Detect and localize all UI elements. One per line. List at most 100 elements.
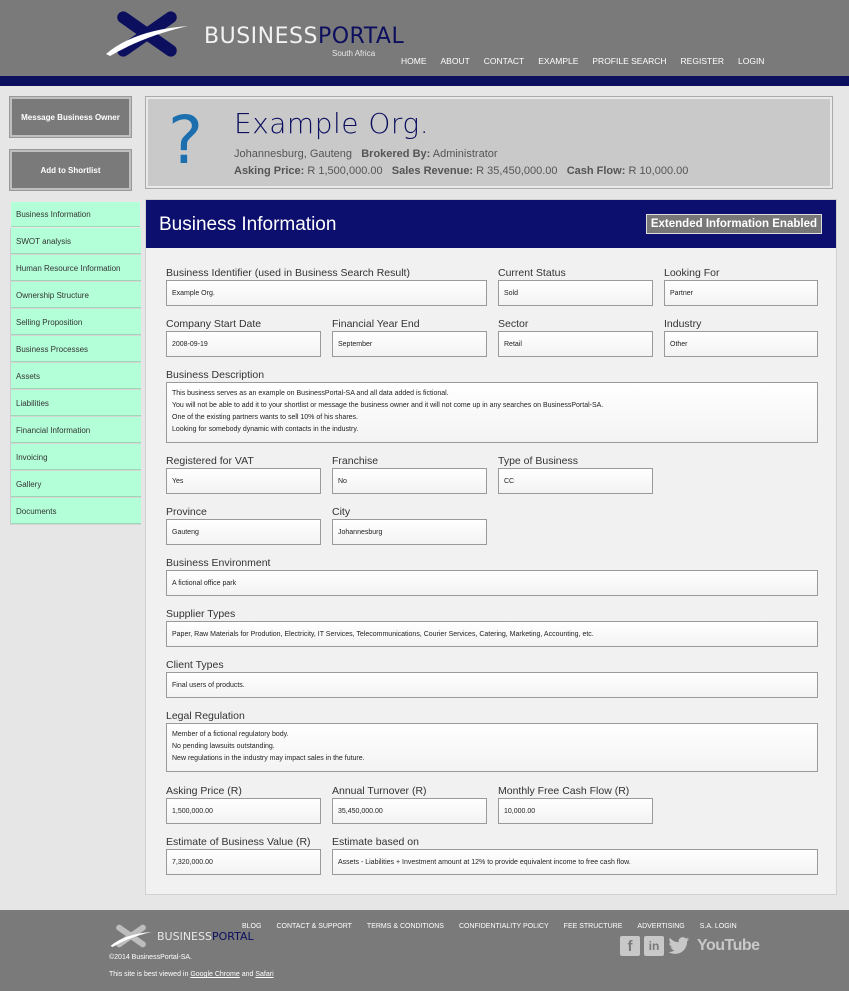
- tab-human-resource-information[interactable]: Human Resource Information: [10, 255, 141, 282]
- status-label: Current Status: [498, 267, 566, 279]
- business-information-panel: Business Information Extended Informatio…: [145, 199, 837, 895]
- vat-label: Registered for VAT: [166, 455, 254, 467]
- main-nav: HOME ABOUT CONTACT EXAMPLE PROFILE SEARC…: [401, 56, 778, 66]
- tab-business-processes[interactable]: Business Processes: [10, 336, 141, 363]
- footer-nav-terms[interactable]: TERMS & CONDITIONS: [367, 923, 444, 930]
- browser-note: This site is best viewed in Google Chrom…: [109, 971, 274, 978]
- supplier-types-field[interactable]: Paper, Raw Materials for Prodution, Elec…: [166, 621, 818, 647]
- add-to-shortlist-button[interactable]: Add to Shortlist: [10, 150, 131, 190]
- site-footer: BUSINESSPORTAL BLOG CONTACT & SUPPORT TE…: [0, 910, 849, 991]
- footer-nav-fee-structure[interactable]: FEE STRUCTURE: [564, 923, 623, 930]
- panel-header: Business Information Extended Informatio…: [146, 200, 836, 248]
- sector-label: Sector: [498, 318, 529, 330]
- province-field[interactable]: Gauteng: [166, 519, 321, 545]
- environment-label: Business Environment: [166, 557, 271, 569]
- cash-flow-label: Cash Flow:: [566, 165, 626, 177]
- asking-price-label: Asking Price:: [234, 165, 305, 177]
- city-label: City: [332, 506, 351, 518]
- legal-line: Member of a fictional regulatory body.: [172, 731, 289, 738]
- supplier-types-label: Supplier Types: [166, 608, 236, 620]
- nav-register[interactable]: REGISTER: [681, 56, 724, 66]
- footer-nav-contact-support[interactable]: CONTACT & SUPPORT: [276, 923, 351, 930]
- business-type-field[interactable]: CC: [498, 468, 653, 494]
- site-header: BUSINESSPORTAL South Africa HOME ABOUT C…: [0, 0, 849, 76]
- tab-liabilities[interactable]: Liabilities: [10, 390, 141, 417]
- nav-example[interactable]: EXAMPLE: [538, 56, 578, 66]
- annual-turnover-field[interactable]: 35,450,000.00: [332, 798, 487, 824]
- footer-nav-confidentiality[interactable]: CONFIDENTIALITY POLICY: [459, 923, 549, 930]
- nav-login[interactable]: LOGIN: [738, 56, 764, 66]
- youtube-icon[interactable]: YouTube: [697, 937, 760, 955]
- safari-link[interactable]: Safari: [255, 971, 273, 978]
- sales-revenue-value: R 35,450,000.00: [476, 165, 558, 177]
- panel-title: Business Information: [159, 214, 337, 235]
- province-label: Province: [166, 506, 207, 518]
- logo-word-business: BUSINESS: [204, 24, 318, 49]
- industry-label: Industry: [664, 318, 702, 330]
- legal-regulation-field[interactable]: Member of a fictional regulatory body. N…: [166, 723, 818, 772]
- asking-price-field[interactable]: 1,500,000.00: [166, 798, 321, 824]
- site-logo[interactable]: BUSINESSPORTAL South Africa: [104, 10, 404, 62]
- footer-word-business: BUSINESS: [157, 930, 212, 943]
- client-types-label: Client Types: [166, 659, 224, 671]
- org-summary-card: ? Example Org. Johannesburg, Gauteng Bro…: [146, 97, 832, 188]
- status-field[interactable]: Sold: [498, 280, 653, 306]
- twitter-icon[interactable]: [668, 936, 690, 956]
- tab-assets[interactable]: Assets: [10, 363, 141, 390]
- vat-field[interactable]: Yes: [166, 468, 321, 494]
- client-types-field[interactable]: Final users of products.: [166, 672, 818, 698]
- chrome-link[interactable]: Google Chrome: [190, 971, 239, 978]
- nav-home[interactable]: HOME: [401, 56, 427, 66]
- tab-invoicing[interactable]: Invoicing: [10, 444, 141, 471]
- org-location: Johannesburg, Gauteng: [234, 148, 353, 160]
- tab-gallery[interactable]: Gallery: [10, 471, 141, 498]
- asking-price-field-label: Asking Price (R): [166, 785, 242, 797]
- message-business-owner-button[interactable]: Message Business Owner: [10, 97, 131, 137]
- nav-about[interactable]: ABOUT: [441, 56, 470, 66]
- footer-nav-advertising[interactable]: ADVERTISING: [637, 923, 684, 930]
- free-cash-flow-field[interactable]: 10,000.00: [498, 798, 653, 824]
- looking-for-field[interactable]: Partner: [664, 280, 818, 306]
- legal-line: No pending lawsuits outstanding.: [172, 743, 275, 750]
- footer-nav: BLOG CONTACT & SUPPORT TERMS & CONDITION…: [242, 923, 752, 930]
- description-label: Business Description: [166, 369, 265, 381]
- identifier-field[interactable]: Example Org.: [166, 280, 487, 306]
- brokered-value: Administrator: [432, 148, 498, 160]
- footer-nav-sa-login[interactable]: S.A. LOGIN: [700, 923, 737, 930]
- environment-field[interactable]: A fictional office park: [166, 570, 818, 596]
- footer-word-portal: PORTAL: [211, 930, 254, 943]
- fin-year-field[interactable]: September: [332, 331, 487, 357]
- city-field[interactable]: Johannesburg: [332, 519, 487, 545]
- industry-field[interactable]: Other: [664, 331, 818, 357]
- tab-swot-analysis[interactable]: SWOT analysis: [10, 228, 141, 255]
- estimate-value-field[interactable]: 7,320,000.00: [166, 849, 321, 875]
- legal-regulation-label: Legal Regulation: [166, 710, 245, 722]
- franchise-field[interactable]: No: [332, 468, 487, 494]
- org-financials-line: Asking Price: R 1,500,000.00 Sales Reven…: [234, 165, 688, 177]
- description-field[interactable]: This business serves as an example on Bu…: [166, 382, 818, 443]
- fin-year-label: Financial Year End: [332, 318, 420, 330]
- question-mark-icon: ?: [168, 102, 204, 179]
- tab-ownership-structure[interactable]: Ownership Structure: [10, 282, 141, 309]
- org-location-line: Johannesburg, Gauteng Brokered By: Admin…: [234, 148, 498, 160]
- estimate-basis-label: Estimate based on: [332, 836, 419, 848]
- cash-flow-value: R 10,000.00: [628, 165, 689, 177]
- linkedin-icon[interactable]: in: [644, 936, 664, 956]
- nav-profile-search[interactable]: PROFILE SEARCH: [592, 56, 666, 66]
- sector-field[interactable]: Retail: [498, 331, 653, 357]
- tab-selling-proposition[interactable]: Selling Proposition: [10, 309, 141, 336]
- tab-financial-information[interactable]: Financial Information: [10, 417, 141, 444]
- facebook-icon[interactable]: f: [620, 936, 640, 956]
- estimate-basis-field[interactable]: Assets - Liabilities + Investment amount…: [332, 849, 818, 875]
- sales-revenue-label: Sales Revenue:: [391, 165, 474, 177]
- footer-nav-blog[interactable]: BLOG: [242, 923, 261, 930]
- tab-business-information[interactable]: Business Information: [10, 201, 141, 228]
- footer-logo[interactable]: BUSINESSPORTAL: [109, 924, 254, 948]
- browser-note-prefix: This site is best viewed in: [109, 971, 189, 978]
- nav-contact[interactable]: CONTACT: [484, 56, 524, 66]
- logo-mark-icon: [106, 11, 188, 57]
- footer-wordmark: BUSINESSPORTAL: [157, 930, 254, 943]
- start-date-field[interactable]: 2008-09-19: [166, 331, 321, 357]
- tab-documents[interactable]: Documents: [10, 498, 141, 525]
- brokered-label: Brokered By:: [361, 148, 431, 160]
